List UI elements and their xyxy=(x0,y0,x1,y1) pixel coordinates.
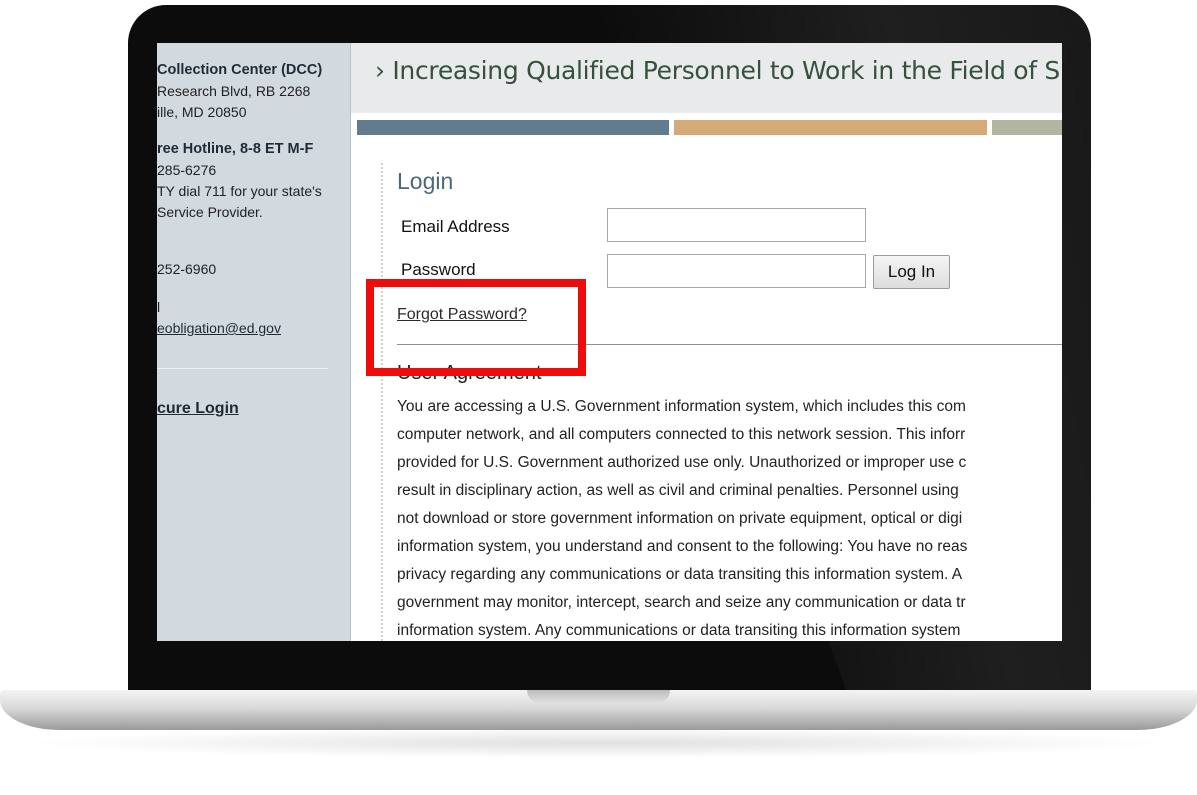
sidebar-divider xyxy=(157,368,328,369)
laptop-notch xyxy=(527,690,670,704)
laptop-screen: Collection Center (DCC) Research Blvd, R… xyxy=(157,43,1062,641)
sidebar-email-label: l xyxy=(157,299,161,315)
email-field[interactable] xyxy=(607,208,866,242)
login-button[interactable]: Log In xyxy=(873,255,950,289)
agreement-line: computer network, and all computers conn… xyxy=(397,426,966,443)
login-panel: Login Email Address Password Log In Forg… xyxy=(381,163,1062,641)
laptop-base-shadow xyxy=(20,728,1177,758)
sidebar-hotline-number: 285-6276 xyxy=(157,162,217,178)
sidebar-secure-login-link[interactable]: cure Login xyxy=(157,400,239,418)
email-label: Email Address xyxy=(401,217,510,236)
header-stripe-tan xyxy=(674,120,987,135)
agreement-line: not download or store government informa… xyxy=(397,510,963,527)
sidebar-fax-number: 252-6960 xyxy=(157,261,217,277)
password-label: Password xyxy=(401,260,476,279)
agreement-line: You are accessing a U.S. Government info… xyxy=(397,398,966,415)
header-stripe-blue xyxy=(357,120,669,135)
sidebar-address-street: Research Blvd, RB 2268 xyxy=(157,83,311,99)
agreement-line: result in disciplinary action, as well a… xyxy=(397,482,959,499)
page-title: › Increasing Qualified Personnel to Work… xyxy=(375,56,1062,85)
sidebar-email-link[interactable]: eobligation@ed.gov xyxy=(157,319,281,338)
agreement-line: privacy regarding any communications or … xyxy=(397,566,963,583)
agreement-line: provided for U.S. Government authorized … xyxy=(397,454,967,471)
agreement-line: information system. Any communications o… xyxy=(397,622,961,639)
login-title: Login xyxy=(397,168,454,194)
sidebar-service-provider: Service Provider. xyxy=(157,204,263,220)
sidebar-org-name: Collection Center (DCC) xyxy=(157,62,323,78)
forgot-password-highlight-box xyxy=(366,279,586,376)
sidebar-hotline-title: ree Hotline, 8-8 ET M-F xyxy=(157,141,314,157)
agreement-line: information system, you understand and c… xyxy=(397,538,968,555)
sidebar-tty-note: TY dial 711 for your state's xyxy=(157,183,322,199)
header-stripe-sage xyxy=(992,120,1062,135)
sidebar-address-city: ille, MD 20850 xyxy=(157,104,247,120)
agreement-line: government may monitor, intercept, searc… xyxy=(397,594,966,611)
page-header: › Increasing Qualified Personnel to Work… xyxy=(351,43,1062,113)
password-field[interactable] xyxy=(607,254,866,288)
sidebar: Collection Center (DCC) Research Blvd, R… xyxy=(157,43,351,641)
